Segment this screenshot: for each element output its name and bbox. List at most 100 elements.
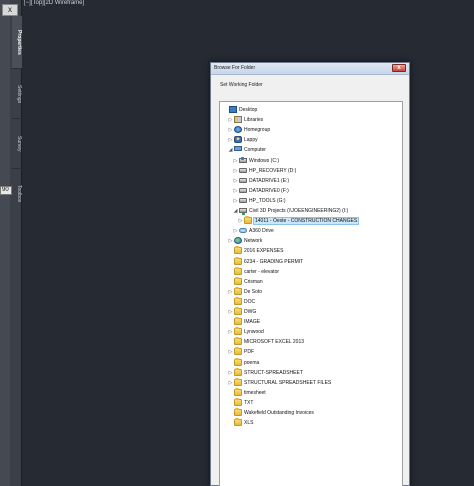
tree-item[interactable]: timesheet xyxy=(220,387,402,398)
tree-item-label: Lynwood xyxy=(244,329,264,336)
tab-settings[interactable]: Settings xyxy=(12,70,22,118)
tree-item-label: A360 Drive xyxy=(249,228,274,235)
tree-item[interactable]: ▷ Lappy xyxy=(220,135,402,145)
user-icon xyxy=(234,136,242,144)
tree-item[interactable]: ▷ DATADRIVE1 (E:) xyxy=(220,176,402,186)
folder-icon xyxy=(234,418,242,427)
tree-item[interactable]: ▷ Homegroup xyxy=(220,125,402,135)
tree-item-label: Libraries xyxy=(244,117,264,124)
tree-item[interactable]: MICROSOFT EXCEL 2013 xyxy=(220,337,402,347)
tree-item[interactable]: ▷ HP_TOOLS (G:) xyxy=(220,196,402,206)
expand-arrow-icon[interactable]: ▷ xyxy=(228,289,233,295)
tree-item-label: MICROSOFT EXCEL 2013 xyxy=(244,339,305,346)
tree-item[interactable]: poema xyxy=(220,357,402,368)
expand-arrow-icon[interactable]: ▷ xyxy=(228,380,233,386)
tree-item[interactable]: 6234 - GRADING PERMIT xyxy=(220,256,402,267)
folder-icon xyxy=(234,286,242,295)
tree-item-label: 6234 - GRADING PERMIT xyxy=(244,258,304,265)
tree-item[interactable]: 2016 EXPENSES xyxy=(220,246,402,256)
expand-arrow-icon xyxy=(228,269,233,275)
folder-icon xyxy=(234,266,242,275)
folder-icon xyxy=(234,337,242,346)
tab-properties[interactable]: Properties xyxy=(12,16,22,68)
tree-item-label: 14011 - Oeste - CONSTRUCTION CHANGES xyxy=(253,217,360,226)
tab-toolbox[interactable]: Toolbox xyxy=(12,170,22,218)
expand-arrow-icon[interactable]: ▷ xyxy=(228,329,233,335)
folder-icon xyxy=(234,347,242,356)
expand-arrow-icon[interactable]: ▷ xyxy=(233,178,238,184)
expand-arrow-icon[interactable]: ▷ xyxy=(228,370,233,376)
tree-item-label: PDF xyxy=(244,349,254,356)
viewport-controls-label[interactable]: [−][Top][2D Wireframe] xyxy=(24,0,84,7)
palette-close-button[interactable]: x xyxy=(2,4,18,16)
tree-item[interactable]: Desktop xyxy=(220,105,402,115)
tree-item-label: DATADRIVE0 (F:) xyxy=(249,187,289,194)
system-drive-icon xyxy=(239,156,247,163)
tree-item[interactable]: TXT xyxy=(220,397,402,408)
expand-arrow-icon[interactable]: ▷ xyxy=(238,218,243,224)
tree-item[interactable]: DOC xyxy=(220,296,402,307)
tab-divider xyxy=(12,118,22,119)
tree-item-label: Lappy xyxy=(244,137,258,144)
expand-arrow-icon[interactable]: ▷ xyxy=(233,228,238,234)
tool-palette: x Properties Settings Survey Toolbox 90 xyxy=(0,0,22,486)
tree-item-label: STRUCT-SPREADSHEET xyxy=(244,369,303,376)
tree-item-label: DOC xyxy=(244,298,256,305)
folder-icon xyxy=(234,276,242,285)
tree-item-label: HP_RECOVERY (D:) xyxy=(249,167,297,174)
tree-item[interactable]: ▷ Network xyxy=(220,236,402,246)
expand-arrow-icon xyxy=(228,248,233,254)
tree-item[interactable]: ▷ STRUCTURAL SPREADSHEET FILES xyxy=(220,377,402,388)
expand-arrow-icon[interactable]: ▷ xyxy=(233,188,238,194)
tree-item[interactable]: ▷ DWG xyxy=(220,307,402,317)
tree-item-label: DWG xyxy=(244,309,257,315)
folder-icon xyxy=(234,246,242,255)
tab-divider xyxy=(12,168,22,169)
tree-item[interactable]: ▷ DATADRIVE0 (F:) xyxy=(220,186,402,196)
expand-arrow-icon[interactable]: ▷ xyxy=(228,117,233,123)
tree-item[interactable]: ▷ STRUCT-SPREADSHEET xyxy=(220,367,402,378)
tree-item[interactable]: ◢ Computer xyxy=(220,145,402,155)
expand-arrow-icon xyxy=(228,299,233,305)
palette-value-field[interactable]: 90 xyxy=(0,186,12,195)
expand-arrow-icon[interactable]: ▷ xyxy=(228,349,233,355)
tree-item-label: Wakefield Outstanding Invoices xyxy=(244,410,314,416)
expand-arrow-icon[interactable]: ▷ xyxy=(233,198,238,204)
folder-icon xyxy=(234,367,242,376)
tree-item-label: IMAGE xyxy=(244,319,261,326)
expand-arrow-icon[interactable]: ▷ xyxy=(233,158,238,164)
close-button[interactable]: x xyxy=(392,64,406,72)
tree-item-label: carter - elevator xyxy=(244,268,280,275)
expand-arrow-icon[interactable]: ▷ xyxy=(228,309,233,315)
tree-item[interactable]: Wakefield Outstanding Invoices xyxy=(220,408,402,418)
tree-item[interactable]: ▷ A360 Drive xyxy=(220,226,402,236)
tree-item[interactable]: ▷ De Soto xyxy=(220,286,402,297)
folder-icon xyxy=(244,216,252,225)
tree-item[interactable]: ◢ Civil 3D Projects (\\JOEENGINEERING2) (… xyxy=(220,206,402,216)
tree-item[interactable]: IMAGE xyxy=(220,317,402,327)
drive-icon xyxy=(239,197,247,203)
expand-arrow-icon[interactable]: ▷ xyxy=(228,127,233,133)
expand-arrow-icon xyxy=(228,360,233,366)
tree-item[interactable]: ▷ 14011 - Oeste - CONSTRUCTION CHANGES xyxy=(220,216,402,226)
folder-tree[interactable]: Desktop ▷ Libraries ▷ Homegroup ▷ Lappy ◢ Comput… xyxy=(219,101,403,486)
tree-item[interactable]: ▷ Windows (C:) xyxy=(220,156,402,166)
expand-arrow-icon[interactable]: ▷ xyxy=(228,137,233,143)
tree-item[interactable]: ▷ Libraries xyxy=(220,115,402,125)
tree-item[interactable]: Crisman xyxy=(220,276,402,287)
tree-item[interactable]: ▷ Lynwood xyxy=(220,327,402,337)
drive-icon xyxy=(239,177,247,183)
tree-item[interactable]: XLS xyxy=(220,418,402,428)
tree-item-label: DATADRIVE1 (E:) xyxy=(249,177,290,184)
network-icon xyxy=(234,237,242,245)
tree-item[interactable]: carter - elevator xyxy=(220,266,402,277)
tab-survey[interactable]: Survey xyxy=(12,120,22,168)
expand-arrow-icon[interactable]: ◢ xyxy=(228,147,233,153)
expand-arrow-icon[interactable]: ◢ xyxy=(233,208,238,214)
tree-item-label: Homegroup xyxy=(244,127,271,134)
expand-arrow-icon[interactable]: ▷ xyxy=(233,168,238,174)
dialog-titlebar[interactable]: Browse For Folder x xyxy=(211,63,409,75)
tree-item[interactable]: ▷ PDF xyxy=(220,347,402,357)
tree-item[interactable]: ▷ HP_RECOVERY (D:) xyxy=(220,166,402,176)
expand-arrow-icon[interactable]: ▷ xyxy=(228,238,233,244)
